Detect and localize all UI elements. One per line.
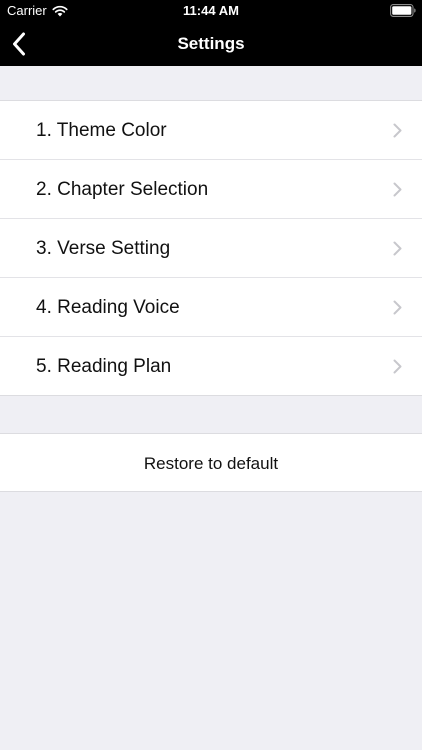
top-bar: Carrier 11:44 AM Settings <box>0 0 422 66</box>
chevron-right-icon <box>393 241 402 256</box>
chevron-right-icon <box>393 182 402 197</box>
menu-item-label: 1. Theme Color <box>36 120 167 141</box>
menu-item-label: 2. Chapter Selection <box>36 179 209 200</box>
chevron-right-icon <box>393 300 402 315</box>
chevron-right-icon <box>393 123 402 138</box>
menu-item-reading-voice[interactable]: 4. Reading Voice <box>0 277 422 336</box>
menu-item-chapter-selection[interactable]: 2. Chapter Selection <box>0 159 422 218</box>
status-time: 11:44 AM <box>183 3 239 18</box>
restore-default-label: Restore to default <box>143 454 279 473</box>
chevron-right-icon <box>393 359 402 374</box>
restore-default-button[interactable]: Restore to default <box>0 433 422 492</box>
menu-item-reading-plan[interactable]: 5. Reading Plan <box>0 336 422 395</box>
menu-item-label: 3. Verse Setting <box>36 238 171 259</box>
battery-icon <box>390 4 416 17</box>
page-title: Settings <box>177 34 245 53</box>
settings-menu-list: 1. Theme Color 2. Chapter Selection 3. V… <box>0 100 422 396</box>
status-bar: Carrier 11:44 AM <box>0 0 422 22</box>
menu-item-verse-setting[interactable]: 3. Verse Setting <box>0 218 422 277</box>
menu-item-label: 4. Reading Voice <box>36 297 180 318</box>
menu-item-theme-color[interactable]: 1. Theme Color <box>0 101 422 159</box>
navigation-bar: Settings <box>0 22 422 66</box>
menu-item-label: 5. Reading Plan <box>36 356 172 377</box>
